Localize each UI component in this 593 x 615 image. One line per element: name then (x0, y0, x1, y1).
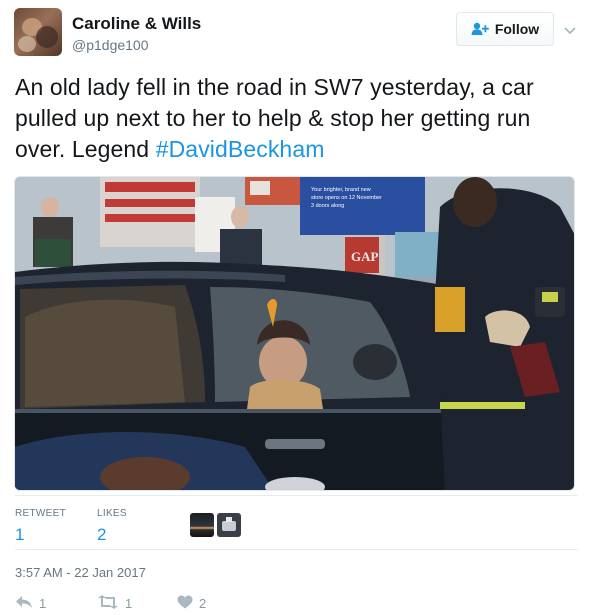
divider (15, 495, 578, 496)
avatar[interactable] (14, 8, 62, 56)
tweet-photo[interactable]: Your brighter, brand new store opens on … (14, 176, 575, 491)
like-action[interactable]: 2 (177, 595, 206, 612)
divider (15, 549, 578, 550)
retweet-icon (97, 595, 119, 612)
add-user-icon (471, 22, 489, 36)
hashtag-link[interactable]: #DavidBeckham (156, 136, 325, 162)
tweet-header: Caroline & Wills @p1dge100 Follow (14, 8, 579, 58)
gap-sign: GAP (351, 249, 379, 264)
follow-label: Follow (494, 21, 540, 37)
tweet-actions: 1 1 2 (15, 595, 315, 615)
retweet-stat-count: 1 (15, 525, 25, 544)
poster-line-1: Your brighter, brand new (311, 187, 371, 193)
retweet-stat[interactable]: RETWEET 1 (15, 508, 66, 545)
photo-image: Your brighter, brand new store opens on … (15, 177, 574, 490)
chevron-down-icon[interactable] (564, 22, 576, 40)
user-handle[interactable]: @p1dge100 (72, 37, 149, 53)
reply-action[interactable]: 1 (15, 595, 46, 612)
liker-avatar[interactable] (217, 513, 241, 537)
retweet-stat-label: RETWEET (15, 508, 66, 519)
poster-line-2: store opens on 12 November (311, 195, 382, 201)
poster-line-3: 3 doors along (311, 203, 344, 209)
retweet-count: 1 (125, 596, 133, 611)
follow-button[interactable]: Follow (456, 12, 554, 46)
tweet-stats: RETWEET 1 LIKES 2 (15, 508, 580, 544)
likes-stat-label: LIKES (97, 508, 127, 519)
like-count: 2 (199, 596, 207, 611)
tweet-text: An old lady fell in the road in SW7 yest… (15, 72, 580, 165)
liker-avatars (190, 513, 241, 537)
likes-stat-count: 2 (97, 525, 107, 544)
timestamp[interactable]: 3:57 AM - 22 Jan 2017 (15, 565, 146, 580)
reply-icon (15, 595, 33, 612)
reply-count: 1 (39, 596, 47, 611)
display-name[interactable]: Caroline & Wills (72, 14, 201, 34)
liker-avatar[interactable] (190, 513, 214, 537)
retweet-action[interactable]: 1 (97, 595, 132, 612)
heart-icon (177, 595, 193, 612)
likes-stat[interactable]: LIKES 2 (97, 508, 127, 545)
